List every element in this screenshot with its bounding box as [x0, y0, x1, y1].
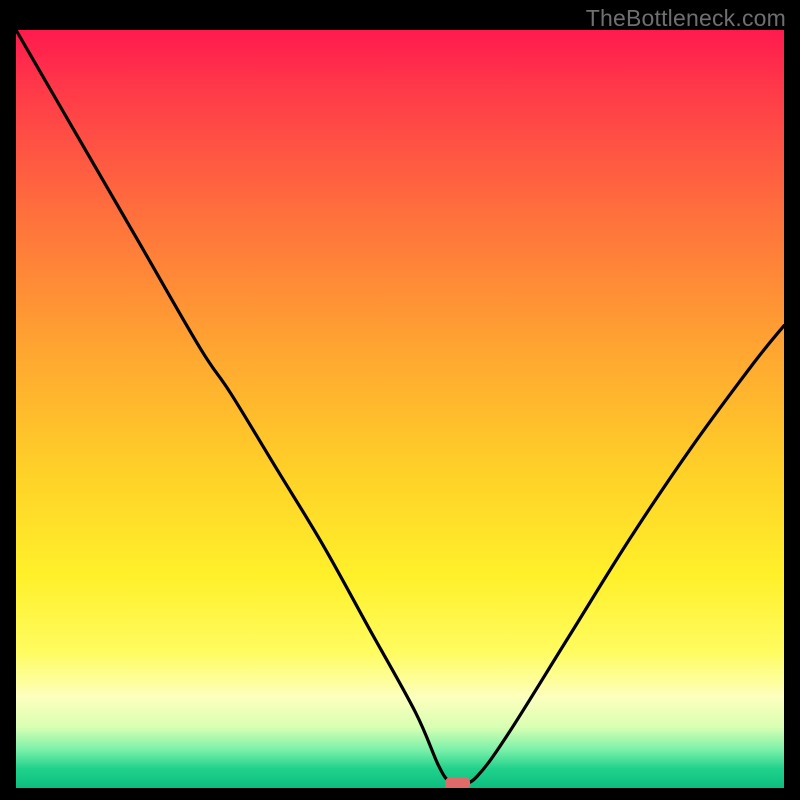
plot-area — [16, 30, 784, 788]
watermark-text: TheBottleneck.com — [586, 5, 786, 32]
curve-layer — [16, 30, 784, 788]
chart-frame: TheBottleneck.com — [0, 0, 800, 800]
bottleneck-curve — [16, 30, 784, 784]
optimum-marker — [446, 778, 470, 789]
